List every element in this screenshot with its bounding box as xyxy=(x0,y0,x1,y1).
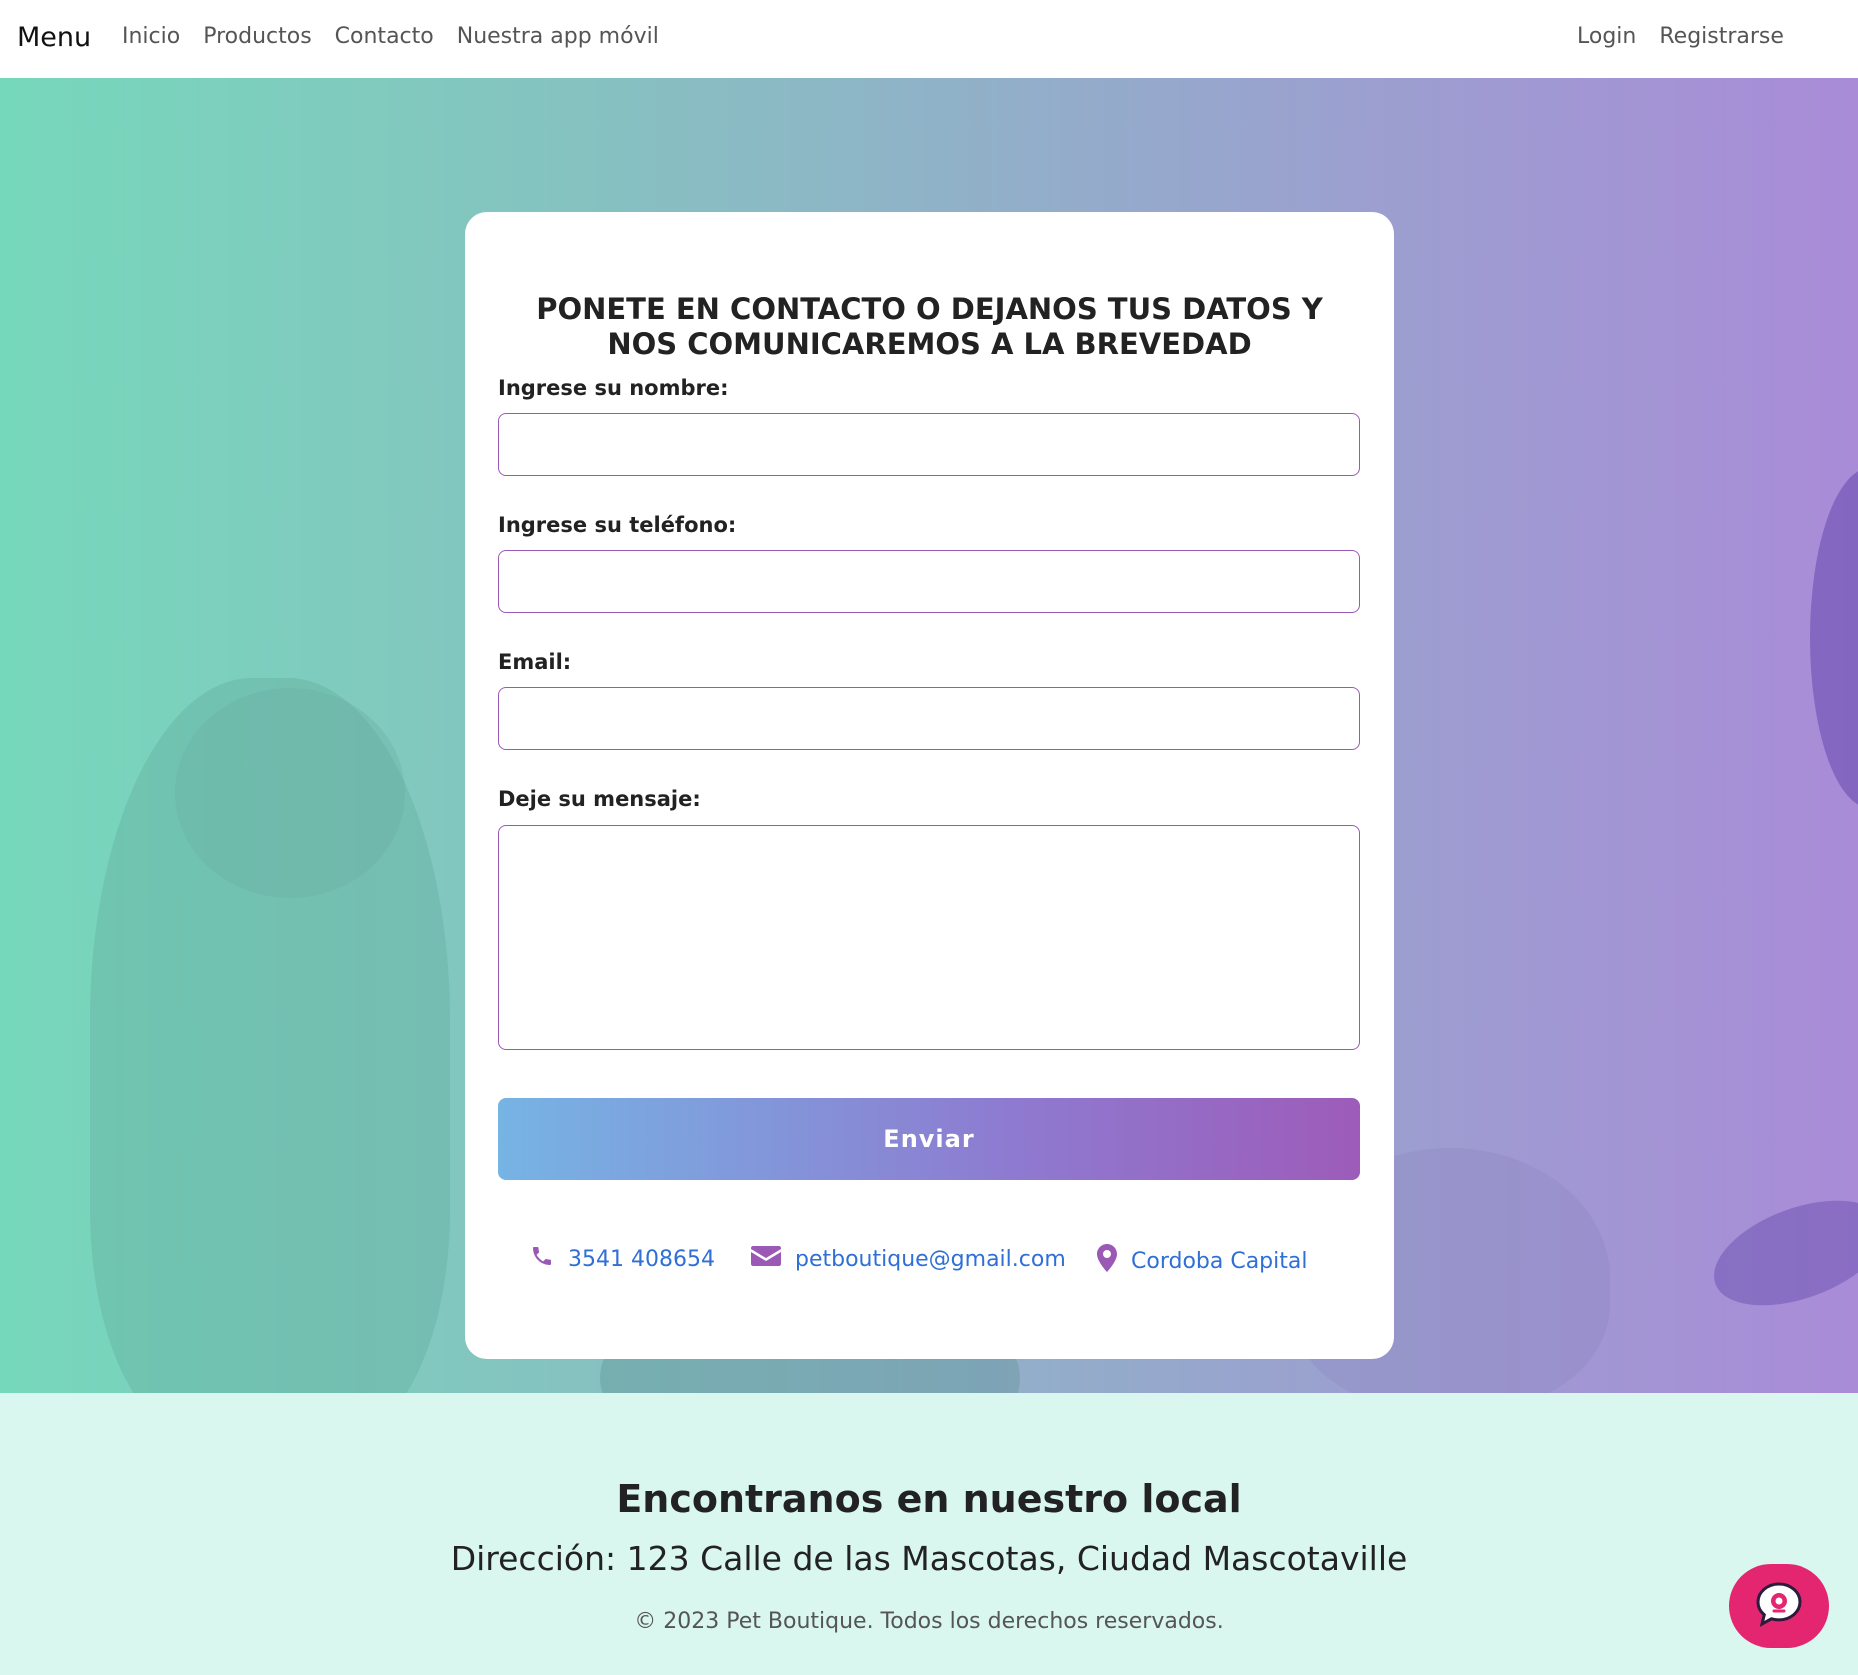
location-text: Cordoba Capital xyxy=(1131,1248,1308,1274)
chat-widget-button[interactable] xyxy=(1729,1564,1829,1648)
phone-link[interactable]: 3541 408654 xyxy=(530,1244,715,1274)
nav-link-registrarse[interactable]: Registrarse xyxy=(1659,24,1784,49)
phone-input[interactable] xyxy=(498,550,1360,613)
nav-link-app-movil[interactable]: Nuestra app móvil xyxy=(457,24,659,49)
phone-text: 3541 408654 xyxy=(568,1246,715,1272)
phone-label: Ingrese su teléfono: xyxy=(498,513,737,537)
hero-background: PONETE EN CONTACTO O DEJANOS TUS DATOS Y… xyxy=(0,78,1858,1393)
nav-brand[interactable]: Menu xyxy=(17,22,91,53)
footer-address: Dirección: 123 Calle de las Mascotas, Ci… xyxy=(450,1539,1408,1578)
email-link[interactable]: petboutique@gmail.com xyxy=(751,1244,1066,1274)
message-label: Deje su mensaje: xyxy=(498,787,701,811)
nav-auth-links: Login Registrarse xyxy=(1577,24,1807,49)
footer: Encontranos en nuestro local Dirección: … xyxy=(0,1393,1858,1675)
name-input[interactable] xyxy=(498,413,1360,476)
cat-photo-shape xyxy=(1810,468,1858,808)
form-title: PONETE EN CONTACTO O DEJANOS TUS DATOS Y… xyxy=(536,292,1323,361)
footer-heading: Encontranos en nuestro local xyxy=(616,1477,1242,1521)
nav-link-login[interactable]: Login xyxy=(1577,24,1636,49)
submit-button[interactable]: Enviar xyxy=(498,1098,1360,1180)
contact-info: 3541 408654 petboutique@gmail.com Cordob… xyxy=(465,1244,1394,1284)
email-label: Email: xyxy=(498,650,572,674)
nav-link-productos[interactable]: Productos xyxy=(203,24,311,49)
location-link[interactable]: Cordoba Capital xyxy=(1097,1244,1307,1278)
footer-copyright: © 2023 Pet Boutique. Todos los derechos … xyxy=(634,1609,1224,1634)
message-textarea[interactable] xyxy=(498,825,1360,1050)
chat-icon xyxy=(1754,1579,1804,1633)
email-input[interactable] xyxy=(498,687,1360,750)
cat-photo-shape xyxy=(175,688,405,898)
phone-icon xyxy=(530,1244,554,1274)
contact-form-card: PONETE EN CONTACTO O DEJANOS TUS DATOS Y… xyxy=(465,212,1394,1359)
name-label: Ingrese su nombre: xyxy=(498,376,729,400)
nav-link-contacto[interactable]: Contacto xyxy=(335,24,434,49)
nav-links: Inicio Productos Contacto Nuestra app mó… xyxy=(122,24,682,49)
map-pin-icon xyxy=(1097,1244,1117,1278)
envelope-icon xyxy=(751,1244,781,1274)
nav-link-inicio[interactable]: Inicio xyxy=(122,24,180,49)
cat-photo-shape xyxy=(1700,1179,1858,1327)
email-text: petboutique@gmail.com xyxy=(795,1246,1066,1272)
navbar: Menu Inicio Productos Contacto Nuestra a… xyxy=(0,0,1858,78)
